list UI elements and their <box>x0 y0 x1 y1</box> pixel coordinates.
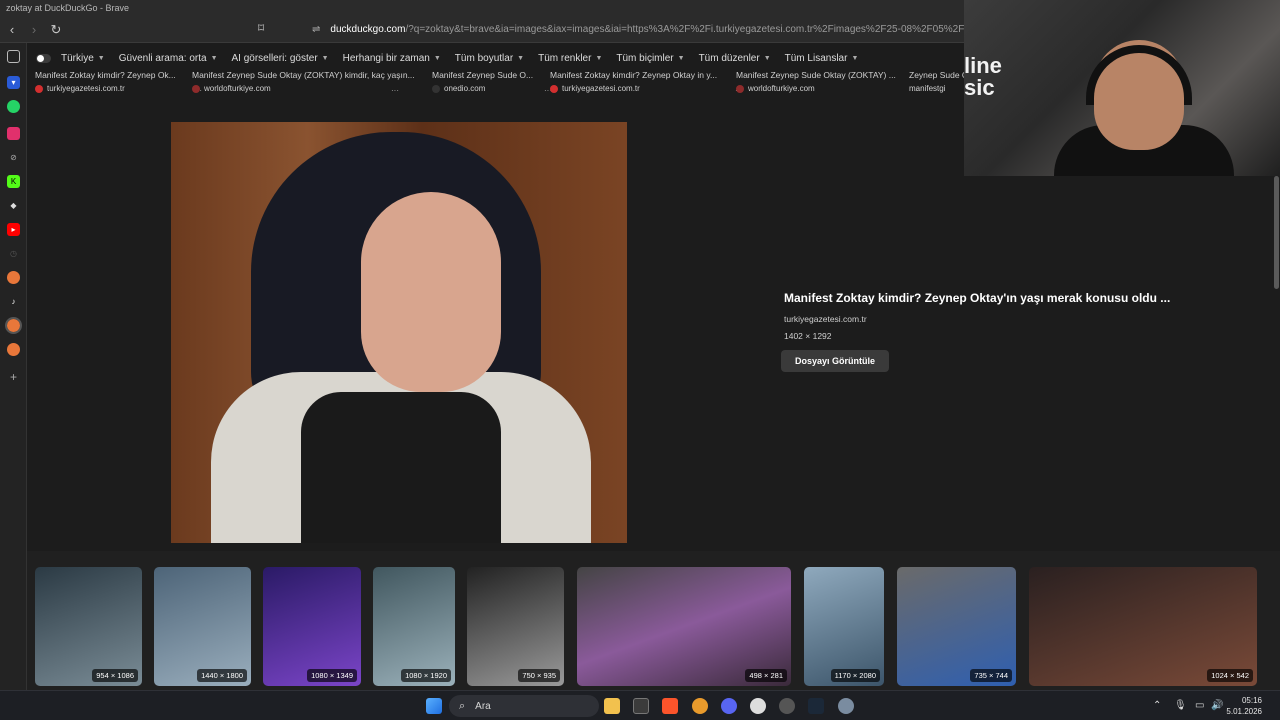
obs-icon[interactable] <box>750 698 766 714</box>
chevron-up-icon[interactable]: ⌃ <box>1153 700 1161 711</box>
filter-ai-images[interactable]: AI görselleri: göster ▼ <box>232 53 329 64</box>
browser-sidebar: ▾ ⊘ K ◆ ▸ ◷ ♪ + <box>0 43 27 690</box>
site-settings-icon[interactable]: ⇌ <box>312 24 320 35</box>
extension-icon[interactable]: ◆ <box>7 199 20 212</box>
image-source-domain[interactable]: turkiyegazetesi.com.tr <box>784 314 1264 324</box>
filter-time[interactable]: Herhangi bir zaman ▼ <box>343 53 441 64</box>
page-scrollbar[interactable] <box>1274 176 1279 289</box>
app-icon[interactable] <box>692 698 708 714</box>
thumbnail[interactable]: 1080 × 1920 <box>373 567 455 686</box>
vpn-icon[interactable]: ▾ <box>7 76 20 89</box>
bookmark-icon[interactable]: ⌑ <box>258 21 264 35</box>
thumbnail[interactable]: 498 × 281 <box>577 567 791 686</box>
related-images-strip: 954 × 1086 1440 × 1800 1080 × 1349 1080 … <box>27 551 1280 690</box>
taskbar-search[interactable]: ⌕ Ara <box>449 695 599 717</box>
thumbnail[interactable]: 1024 × 542 <box>1029 567 1257 686</box>
thumbnail[interactable]: 735 × 744 <box>897 567 1016 686</box>
filter-safe-search[interactable]: Güvenli arama: orta ▼ <box>119 53 218 64</box>
more-options-icon[interactable]: ··· <box>391 86 399 95</box>
thumbnail[interactable]: 1080 × 1349 <box>263 567 361 686</box>
site-icon-active[interactable] <box>5 317 22 334</box>
youtube-icon[interactable]: ▸ <box>7 223 20 236</box>
chevron-down-icon: ▼ <box>321 54 329 62</box>
source-item[interactable]: Manifest Zeynep Sude Oktay (ZOKTAY) ... … <box>736 70 919 95</box>
favicon-icon <box>432 84 440 93</box>
steam-icon[interactable] <box>808 698 824 714</box>
microphone-icon[interactable]: 🎙 <box>1174 700 1187 711</box>
add-panel-icon[interactable]: + <box>7 370 20 384</box>
url-host: duckduckgo.com <box>330 24 406 35</box>
filter-size[interactable]: Tüm boyutlar ▼ <box>455 53 524 64</box>
favicon-icon <box>35 84 43 93</box>
filter-color[interactable]: Tüm renkler ▼ <box>538 53 602 64</box>
image-dimensions: 1402 × 1292 <box>784 331 832 341</box>
app-icon-2[interactable] <box>779 698 795 714</box>
filter-type[interactable]: Tüm biçimler ▼ <box>616 53 684 64</box>
chevron-down-icon: ▼ <box>851 54 859 62</box>
url-path: /?q=zoktay&t=brave&ia=images&iax=images&… <box>405 24 992 35</box>
settings-icon[interactable] <box>838 698 854 714</box>
thumbnail[interactable]: 1170 × 2080 <box>804 567 884 686</box>
address-bar[interactable]: ⇌ duckduckgo.com /?q=zoktay&t=brave&ia=i… <box>312 24 992 35</box>
chevron-down-icon: ▼ <box>763 54 771 62</box>
chevron-down-icon: ▼ <box>433 54 441 62</box>
forward-button[interactable]: › <box>24 20 44 40</box>
site-icon-2[interactable] <box>7 343 20 356</box>
reload-button[interactable]: ↻ <box>46 20 66 40</box>
sidebar-panel-icon[interactable] <box>7 50 20 63</box>
thumbnail[interactable]: 1440 × 1800 <box>154 567 251 686</box>
filter-region[interactable]: Türkiye ▼ <box>61 53 105 64</box>
file-explorer-icon[interactable] <box>604 698 620 714</box>
chevron-down-icon: ▼ <box>517 54 525 62</box>
back-button[interactable]: ‹ <box>2 20 22 40</box>
favicon-icon <box>192 84 200 93</box>
view-file-button[interactable]: Dosyayı Görüntüle <box>781 350 890 372</box>
chevron-down-icon: ▼ <box>97 54 105 62</box>
neon-sign: line sic <box>964 53 1002 100</box>
chevron-down-icon: ▼ <box>210 54 218 62</box>
kick-icon[interactable]: K <box>7 175 20 188</box>
source-item[interactable]: Manifest Zoktay kimdir? Zeynep Ok... tur… <box>35 70 202 95</box>
image-title[interactable]: Manifest Zoktay kimdir? Zeynep Oktay'ın … <box>784 291 1264 305</box>
instagram-icon[interactable] <box>7 127 20 140</box>
window-title: zoktay at DuckDuckGo - Brave <box>6 3 130 13</box>
thumbnail[interactable]: 954 × 1086 <box>35 567 142 686</box>
whatsapp-icon[interactable] <box>7 100 20 113</box>
volume-icon[interactable]: 🔊 <box>1211 700 1223 711</box>
filter-layout[interactable]: Tüm düzenler ▼ <box>699 53 771 64</box>
source-item[interactable]: Zeynep Sude O manifestgi <box>909 70 969 93</box>
taskbar: ⌕ Ara ⌃ 🎙 ▭ 🔊 05:16 5.01.2026 <box>0 690 1280 720</box>
filter-license[interactable]: Tüm Lisanslar ▼ <box>785 53 859 64</box>
thumbnail[interactable]: 750 × 935 <box>467 567 564 686</box>
discord-icon[interactable] <box>721 698 737 714</box>
tiktok-icon[interactable]: ♪ <box>7 295 20 308</box>
search-icon: ⌕ <box>459 699 466 712</box>
site-icon[interactable] <box>7 271 20 284</box>
webcam-overlay: line sic <box>964 0 1280 176</box>
source-item[interactable]: Manifest Zeynep Sude O... onedio.com ··· <box>432 70 552 95</box>
display-icon[interactable]: ▭ <box>1195 700 1204 711</box>
source-item[interactable]: Manifest Zeynep Sude Oktay (ZOKTAY) kimd… <box>192 70 417 95</box>
store-icon[interactable] <box>633 698 649 714</box>
selected-image[interactable] <box>171 122 627 543</box>
image-detail-panel: Manifest Zoktay kimdir? Zeynep Oktay'ın … <box>781 291 1264 372</box>
favicon-icon <box>550 84 558 93</box>
favicon-icon <box>736 84 744 93</box>
chevron-down-icon: ▼ <box>677 54 685 62</box>
chevron-down-icon: ▼ <box>595 54 603 62</box>
taskbar-clock[interactable]: 05:16 5.01.2026 <box>1226 695 1262 717</box>
start-icon[interactable] <box>426 698 442 714</box>
brave-icon[interactable] <box>662 698 678 714</box>
source-item[interactable]: Manifest Zoktay kimdir? Zeynep Oktay in … <box>550 70 743 95</box>
region-toggle[interactable] <box>36 53 51 63</box>
hidden-icon[interactable]: ⊘ <box>7 151 20 164</box>
clock-icon[interactable]: ◷ <box>7 247 20 260</box>
